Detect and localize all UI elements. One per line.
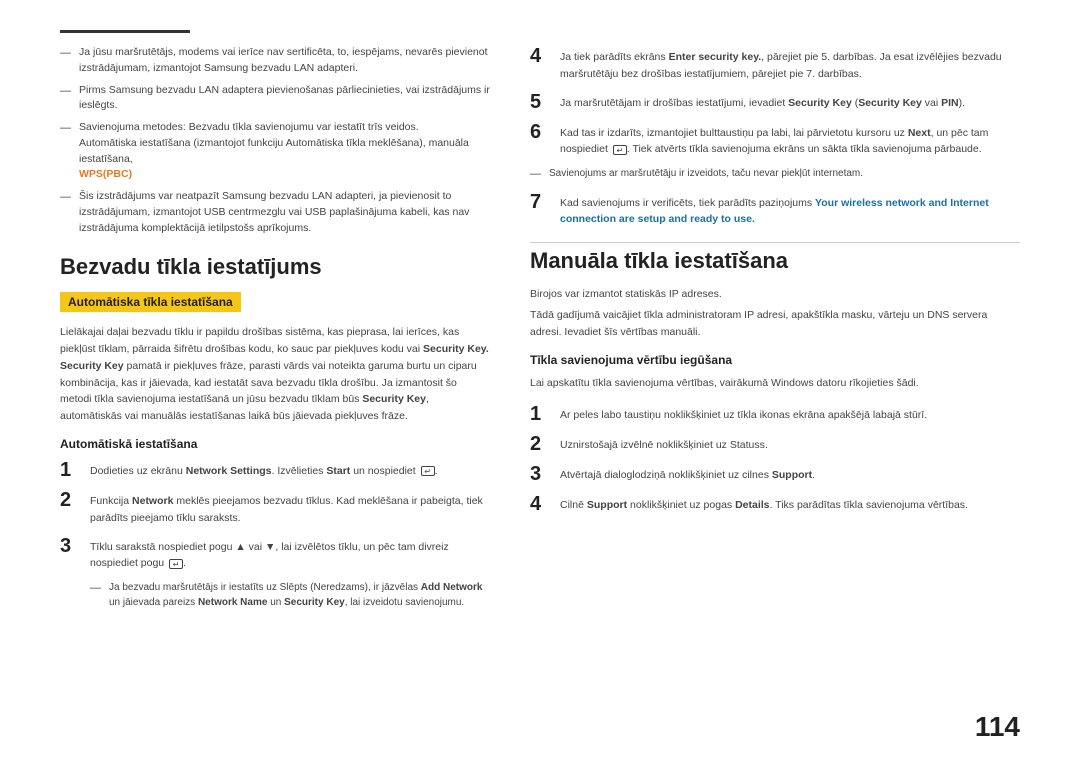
step-number-6: 6 [530, 121, 550, 143]
step-number-7: 7 [530, 191, 550, 213]
right-step2-1: 1 Ar peles labo taustiņu noklikšķiniet u… [530, 403, 1020, 425]
page-container: — Ja jūsu maršrutētājs, modems vai ierīc… [0, 0, 1080, 763]
step-content-6: Kad tas ir izdarīts, izmantojiet bulttau… [560, 121, 1020, 159]
section-divider [530, 242, 1020, 243]
top-divider [60, 30, 190, 33]
step-3-note-text: Ja bezvadu maršrutētājs ir iestatīts uz … [109, 580, 490, 610]
step-number-1: 1 [60, 459, 80, 481]
right-step-4: 4 Ja tiek parādīts ekrāns Enter security… [530, 45, 1020, 83]
step-number-3: 3 [60, 535, 80, 557]
subsection2-intro: Lai apskatītu tīkla savienojuma vērtības… [530, 375, 1020, 392]
right-step-5: 5 Ja maršrutētājam ir drošības iestatīju… [530, 91, 1020, 113]
step-content-7: Kad savienojums ir verificēts, tiek parā… [560, 191, 1020, 229]
right-column: 4 Ja tiek parādīts ekrāns Enter security… [530, 45, 1020, 610]
step-3-note: — Ja bezvadu maršrutētājs ir iestatīts u… [90, 580, 490, 610]
step-content-4: Ja tiek parādīts ekrāns Enter security k… [560, 45, 1020, 83]
bullet-item-2: — Pirms Samsung bezvadu LAN adaptera pie… [60, 83, 490, 115]
step2-content-1: Ar peles labo taustiņu noklikšķiniet uz … [560, 403, 1020, 424]
dash-icon: — [90, 580, 101, 610]
step-number-4: 4 [530, 45, 550, 67]
dash-icon: — [60, 120, 71, 183]
bullet-item-3: — Savienojuma metodes: Bezvadu tīkla sav… [60, 120, 490, 183]
right-bullet-note: — Savienojums ar maršrutētāju ir izveido… [530, 166, 1020, 183]
yellow-label: Automātiska tīkla iestatīšana [60, 292, 241, 312]
right-step2-4: 4 Cilnē Support noklikšķiniet uz pogas D… [530, 493, 1020, 515]
right-step2-2: 2 Uznirstošajā izvēlnē noklikšķiniet uz … [530, 433, 1020, 455]
step-3: 3 Tīklu sarakstā nospiediet pogu ▲ vai ▼… [60, 535, 490, 573]
step-number-5: 5 [530, 91, 550, 113]
bullet-note-text: Savienojums ar maršrutētāju ir izveidots… [549, 166, 863, 183]
step2-content-2: Uznirstošajā izvēlnē noklikšķiniet uz St… [560, 433, 1020, 454]
dash-icon: — [60, 189, 71, 236]
section2-intro: Birojos var izmantot statiskās IP adrese… [530, 286, 1020, 303]
bullet-text-3: Savienojuma metodes: Bezvadu tīkla savie… [79, 120, 490, 183]
bullet-text-4: Šis izstrādājums var neatpazīt Samsung b… [79, 189, 490, 236]
content-wrapper: — Ja jūsu maršrutētājs, modems vai ierīc… [60, 45, 1020, 610]
right-step-7: 7 Kad savienojums ir verificēts, tiek pa… [530, 191, 1020, 229]
step2-content-4: Cilnē Support noklikšķiniet uz pogas Det… [560, 493, 1020, 514]
bullet-item-1: — Ja jūsu maršrutētājs, modems vai ierīc… [60, 45, 490, 77]
right-section-title: Manuāla tīkla iestatīšana [530, 248, 1020, 274]
step-number-2: 2 [60, 489, 80, 511]
step2-content-3: Atvērtajā dialoglodziņā noklikšķiniet uz… [560, 463, 1020, 484]
bullet-item-4: — Šis izstrādājums var neatpazīt Samsung… [60, 189, 490, 236]
left-section-title: Bezvadu tīkla iestatījums [60, 254, 490, 280]
wps-highlight: WPS(PBC) [79, 168, 132, 180]
step-content-3: Tīklu sarakstā nospiediet pogu ▲ vai ▼, … [90, 535, 490, 573]
dash-icon: — [60, 45, 71, 77]
step-content-1: Dodieties uz ekrānu Network Settings. Iz… [90, 459, 490, 480]
step-1: 1 Dodieties uz ekrānu Network Settings. … [60, 459, 490, 481]
step2-number-3: 3 [530, 463, 550, 485]
step2-number-2: 2 [530, 433, 550, 455]
body-paragraph: Lielākajai daļai bezvadu tīklu ir papild… [60, 324, 490, 425]
dash-icon: — [530, 166, 541, 183]
step-content-2: Funkcija Network meklēs pieejamos bezvad… [90, 489, 490, 527]
subsection-title: Automātiskā iestatīšana [60, 437, 490, 451]
dash-icon: — [60, 83, 71, 115]
bullet-section: — Ja jūsu maršrutētājs, modems vai ierīc… [60, 45, 490, 236]
page-number: 114 [975, 711, 1020, 743]
subsection2-title: Tīkla savienojuma vērtību iegūšana [530, 353, 1020, 367]
step2-number-4: 4 [530, 493, 550, 515]
step-2: 2 Funkcija Network meklēs pieejamos bezv… [60, 489, 490, 527]
right-step-6: 6 Kad tas ir izdarīts, izmantojiet bultt… [530, 121, 1020, 159]
step2-number-1: 1 [530, 403, 550, 425]
section2-body: Tādā gadījumā vaicājiet tīkla administra… [530, 307, 1020, 341]
bullet-text-1: Ja jūsu maršrutētājs, modems vai ierīce … [79, 45, 490, 77]
right-step2-3: 3 Atvērtajā dialoglodziņā noklikšķiniet … [530, 463, 1020, 485]
bullet-text-2: Pirms Samsung bezvadu LAN adaptera pievi… [79, 83, 490, 115]
left-column: — Ja jūsu maršrutētājs, modems vai ierīc… [60, 45, 490, 610]
step-content-5: Ja maršrutētājam ir drošības iestatījumi… [560, 91, 1020, 112]
